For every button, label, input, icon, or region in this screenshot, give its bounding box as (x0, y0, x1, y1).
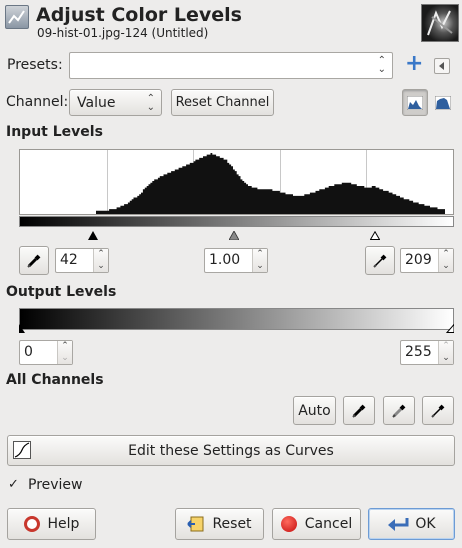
input-white-handle[interactable] (369, 228, 381, 244)
output-low-value: 0 (24, 344, 33, 360)
input-gamma-value: 1.00 (209, 252, 241, 268)
output-black-handle[interactable] (19, 321, 27, 337)
cancel-icon (280, 516, 297, 532)
dialog-subtitle: 09-hist-01.jpg-124 (Untitled) (37, 26, 209, 40)
linear-histogram-icon (407, 95, 423, 110)
output-gradient-bar (19, 308, 454, 330)
dialog-title: Adjust Color Levels (36, 4, 242, 26)
output-low-spin[interactable]: 0 ⌃ ⌄ (19, 340, 73, 365)
histogram-view (19, 149, 454, 215)
add-preset-icon[interactable]: + (405, 53, 423, 75)
spin-arrows[interactable]: ⌃ ⌄ (57, 341, 72, 364)
eyedropper-icon (392, 404, 406, 418)
pick-white-point-button[interactable] (365, 246, 395, 275)
ok-arrow-icon (388, 518, 409, 531)
output-high-spin[interactable]: 255 ⌃ ⌄ (400, 340, 454, 365)
image-thumbnail (421, 4, 459, 42)
output-levels-heading: Output Levels (6, 284, 117, 300)
auto-label: Auto (298, 402, 331, 419)
input-low-value: 42 (60, 252, 78, 268)
pick-black-point-button[interactable] (19, 246, 49, 275)
gimp-logo-icon (5, 5, 29, 29)
cancel-label: Cancel (304, 516, 353, 532)
eyedropper-icon (431, 404, 445, 418)
channel-select[interactable]: Value ⌃ ⌄ (69, 89, 162, 116)
preview-label: Preview (28, 477, 83, 493)
preview-checkbox[interactable]: ✓ (8, 478, 21, 491)
input-black-handle[interactable] (88, 228, 98, 244)
ok-label: OK (415, 516, 436, 532)
eyedropper-icon (352, 404, 366, 418)
output-high-value: 255 (405, 344, 432, 360)
edit-as-curves-label: Edit these Settings as Curves (128, 442, 334, 459)
reset-icon (187, 516, 204, 532)
input-high-spin[interactable]: 209 ⌃ ⌄ (400, 248, 454, 273)
cancel-button[interactable]: Cancel (272, 508, 361, 540)
updown-icon: ⌃ ⌄ (377, 55, 386, 75)
linear-histogram-button[interactable] (402, 89, 428, 116)
input-gamma-spin[interactable]: 1.00 ⌃ ⌄ (204, 248, 268, 273)
all-channels-heading: All Channels (6, 372, 104, 388)
input-low-spin[interactable]: 42 ⌃ ⌄ (55, 248, 109, 273)
channel-value: Value (77, 94, 116, 111)
histogram-area (96, 153, 445, 214)
channel-label: Channel: (6, 94, 69, 110)
presets-label: Presets: (7, 57, 63, 73)
eyedropper-icon (27, 254, 41, 268)
reset-channel-button[interactable]: Reset Channel (171, 89, 274, 116)
pick-black-all-button[interactable] (343, 396, 375, 425)
auto-button[interactable]: Auto (293, 396, 336, 425)
eyedropper-icon (373, 254, 387, 268)
ok-button[interactable]: OK (368, 508, 455, 540)
help-icon (23, 516, 40, 532)
output-white-handle[interactable] (445, 321, 455, 337)
reset-button[interactable]: Reset (175, 508, 264, 540)
spin-arrows[interactable]: ⌃ ⌄ (438, 249, 453, 272)
pick-gray-all-button[interactable] (383, 396, 415, 425)
spin-arrows[interactable]: ⌃ ⌄ (93, 249, 108, 272)
log-histogram-icon (435, 95, 451, 110)
spin-arrows[interactable]: ⌃ ⌄ (252, 249, 267, 272)
pick-white-all-button[interactable] (422, 396, 454, 425)
input-levels-heading: Input Levels (6, 124, 103, 140)
spin-arrows[interactable]: ⌃ ⌄ (438, 341, 453, 364)
input-high-value: 209 (405, 252, 432, 268)
updown-icon: ⌃ ⌄ (146, 93, 155, 113)
help-label: Help (47, 516, 80, 532)
edit-as-curves-button[interactable]: Edit these Settings as Curves (7, 435, 455, 466)
reset-label: Reset (212, 516, 252, 532)
reset-channel-label: Reset Channel (175, 95, 270, 110)
input-gradient-bar (19, 216, 454, 227)
curves-icon (13, 441, 31, 459)
input-gamma-handle[interactable] (228, 228, 240, 244)
preset-menu-icon[interactable] (434, 58, 450, 74)
presets-combo[interactable]: ⌃ ⌄ (69, 52, 393, 79)
help-button[interactable]: Help (7, 508, 96, 540)
log-histogram-button[interactable] (430, 89, 456, 116)
